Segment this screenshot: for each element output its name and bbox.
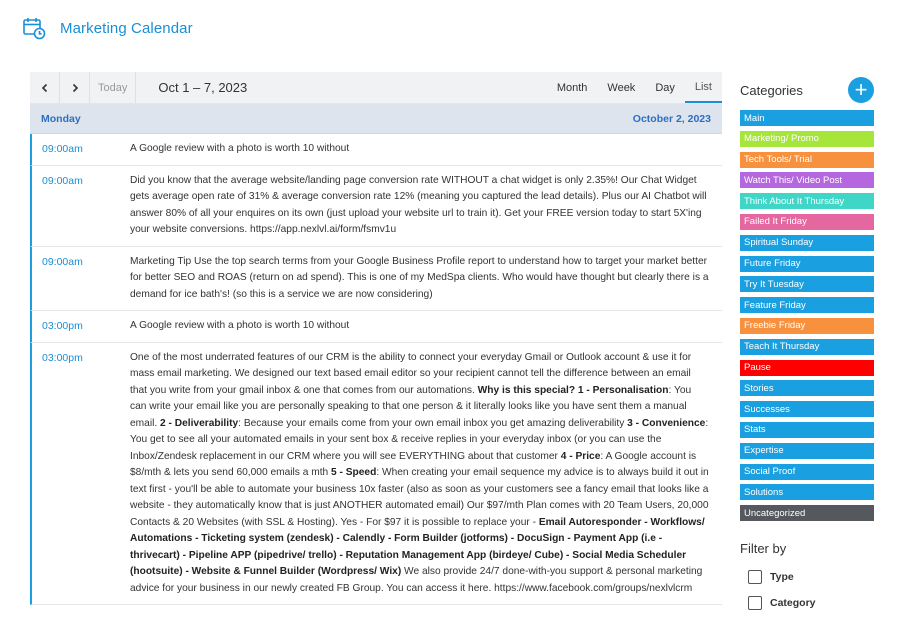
event-row[interactable]: 09:00am A Google review with a photo is w… bbox=[30, 134, 722, 166]
category-successes[interactable]: Successes bbox=[740, 401, 874, 418]
event-row[interactable]: 09:00am Marketing Tip Use the top search … bbox=[30, 246, 722, 311]
event-time: 03:00pm bbox=[42, 351, 83, 364]
view-tab-week[interactable]: Week bbox=[597, 72, 645, 103]
event-time: 03:00pm bbox=[42, 320, 83, 332]
day-date: October 2, 2023 bbox=[632, 112, 711, 125]
event-row[interactable]: 03:00pm One of the most underrated featur… bbox=[30, 342, 722, 605]
today-button[interactable]: Today bbox=[90, 72, 137, 103]
category-solutions[interactable]: Solutions bbox=[740, 484, 874, 501]
category-future-friday[interactable]: Future Friday bbox=[740, 255, 874, 272]
add-category-button[interactable]: + bbox=[848, 77, 874, 103]
view-tab-list[interactable]: List bbox=[684, 72, 722, 103]
event-list: 09:00am A Google review with a photo is w… bbox=[30, 134, 722, 605]
event-row[interactable]: 03:00pm A Google review with a photo is w… bbox=[30, 311, 722, 343]
filter-list: Type Category bbox=[740, 570, 876, 611]
event-time: 09:00am bbox=[42, 174, 83, 187]
category-expertise[interactable]: Expertise bbox=[740, 442, 874, 459]
day-name: Monday bbox=[41, 112, 81, 125]
categories-sidebar: Categories + Main Marketing/ Promo Tech To… bbox=[740, 76, 876, 622]
prev-week-button[interactable] bbox=[30, 72, 60, 103]
view-tab-day[interactable]: Day bbox=[645, 72, 685, 103]
view-tab-month[interactable]: Month bbox=[547, 72, 598, 103]
filter-type: Type bbox=[748, 570, 876, 585]
chevron-left-icon bbox=[41, 83, 47, 92]
view-switcher: Month Week Day List bbox=[547, 72, 722, 103]
category-teach-it-thursday[interactable]: Teach It Thursday bbox=[740, 338, 874, 355]
filter-label: Category bbox=[770, 597, 816, 610]
categories-title: Categories bbox=[740, 82, 803, 98]
day-header: Monday October 2, 2023 bbox=[30, 104, 722, 134]
category-freebie-friday[interactable]: Freebie Friday bbox=[740, 317, 874, 334]
categories-header: Categories + bbox=[740, 76, 876, 104]
chevron-right-icon bbox=[72, 83, 78, 92]
event-title[interactable]: One of the most underrated features of o… bbox=[130, 350, 722, 598]
event-row[interactable]: 09:00am Did you know that the average web… bbox=[30, 165, 722, 247]
category-failed-it-friday[interactable]: Failed It Friday bbox=[740, 213, 874, 230]
calendar-clock-icon bbox=[23, 18, 46, 40]
category-list: Main Marketing/ Promo Tech Tools/ Trial Wat… bbox=[740, 110, 876, 522]
plus-icon: + bbox=[854, 77, 868, 102]
category-stories[interactable]: Stories bbox=[740, 380, 874, 397]
category-tech-tools-trial[interactable]: Tech Tools/ Trial bbox=[740, 151, 874, 168]
category-stats[interactable]: Stats bbox=[740, 421, 874, 438]
filter-title: Filter by bbox=[740, 541, 787, 557]
calendar-panel: Today Oct 1 – 7, 2023 Month Week Day List M… bbox=[30, 72, 722, 626]
event-time: 09:00am bbox=[42, 255, 83, 268]
page-header: Marketing Calendar bbox=[22, 14, 193, 42]
page-title: Marketing Calendar bbox=[60, 19, 193, 37]
category-watch-this-video-post[interactable]: Watch This/ Video Post bbox=[740, 172, 874, 189]
event-title[interactable]: A Google review with a photo is worth 10… bbox=[130, 141, 722, 158]
filter-type-checkbox[interactable] bbox=[748, 570, 762, 585]
category-main[interactable]: Main bbox=[740, 110, 874, 126]
calendar-toolbar: Today Oct 1 – 7, 2023 Month Week Day List bbox=[30, 72, 722, 104]
date-range-label: Oct 1 – 7, 2023 bbox=[158, 80, 248, 95]
next-week-button[interactable] bbox=[60, 72, 90, 103]
category-try-it-tuesday[interactable]: Try It Tuesday bbox=[740, 276, 874, 293]
filter-category: Category bbox=[748, 596, 876, 611]
event-time: 09:00am bbox=[42, 143, 83, 155]
filter-category-checkbox[interactable] bbox=[748, 596, 762, 611]
category-social-proof[interactable]: Social Proof bbox=[740, 463, 874, 480]
event-title[interactable]: Marketing Tip Use the top search terms f… bbox=[130, 254, 722, 304]
category-uncategorized[interactable]: Uncategorized bbox=[740, 505, 874, 522]
event-title[interactable]: Did you know that the average website/la… bbox=[130, 173, 722, 239]
category-marketing-promo[interactable]: Marketing/ Promo bbox=[740, 130, 874, 147]
category-spiritual-sunday[interactable]: Spiritual Sunday bbox=[740, 234, 874, 251]
category-feature-friday[interactable]: Feature Friday bbox=[740, 297, 874, 314]
filter-label: Type bbox=[770, 571, 794, 584]
event-title[interactable]: A Google review with a photo is worth 10… bbox=[130, 318, 722, 335]
category-pause[interactable]: Pause bbox=[740, 359, 874, 376]
category-think-about-it-thursday[interactable]: Think About It Thursday bbox=[740, 193, 874, 210]
